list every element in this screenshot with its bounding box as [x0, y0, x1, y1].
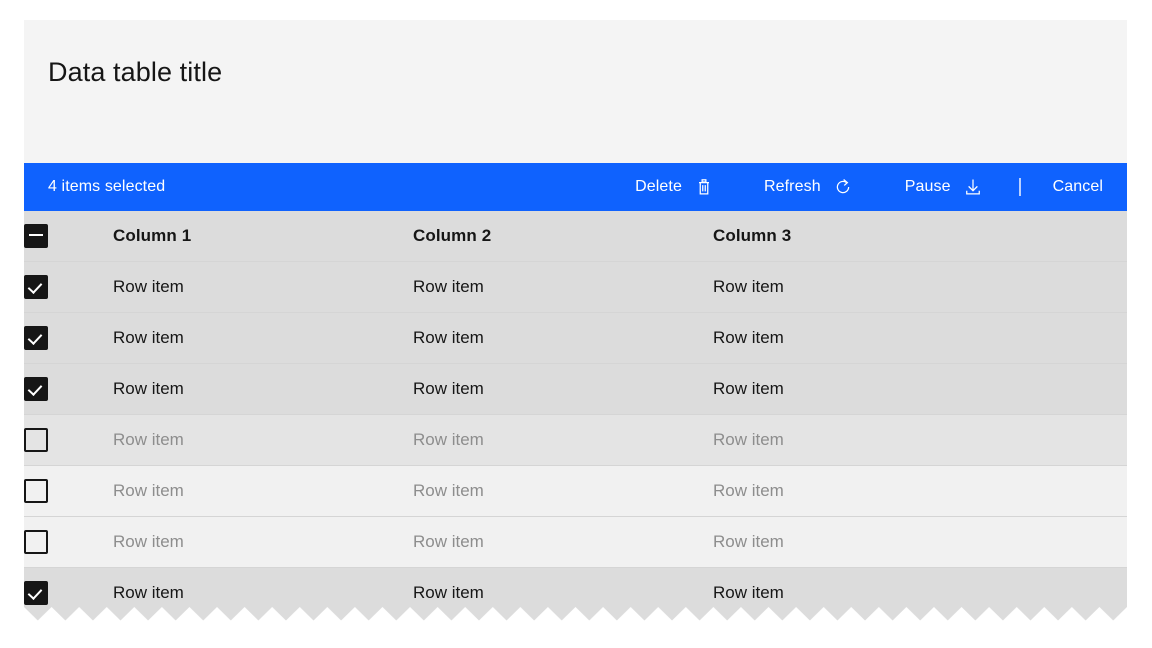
row-select-cell [24, 262, 113, 313]
table-cell: Row item [113, 313, 413, 364]
table-row[interactable]: Row itemRow itemRow item [24, 415, 1127, 466]
pause-button[interactable]: Pause [889, 163, 999, 211]
data-table-page: Data table title 4 items selected Delete [0, 0, 1152, 648]
table-cell: Row item [713, 262, 1127, 313]
download-icon [963, 177, 983, 197]
select-all-cell [24, 211, 113, 262]
table-cell: Row item [113, 262, 413, 313]
table-cell: Row item [413, 364, 713, 415]
table-header-row: Column 1 Column 2 Column 3 [24, 211, 1127, 262]
column-header-1[interactable]: Column 1 [113, 211, 413, 262]
table-row[interactable]: Row itemRow itemRow item [24, 466, 1127, 517]
torn-paper-edge [24, 607, 1127, 623]
selection-count-label: 4 items selected [24, 178, 165, 196]
table-cell: Row item [713, 466, 1127, 517]
table-cell: Row item [713, 517, 1127, 568]
table-head: Column 1 Column 2 Column 3 [24, 211, 1127, 262]
select-all-checkbox[interactable] [24, 224, 48, 248]
table-cell: Row item [713, 415, 1127, 466]
table-cell: Row item [113, 364, 413, 415]
table-row[interactable]: Row itemRow itemRow item [24, 313, 1127, 364]
table-cell: Row item [413, 313, 713, 364]
cancel-button-label: Cancel [1053, 178, 1103, 196]
data-table-container: Data table title 4 items selected Delete [24, 20, 1127, 619]
delete-button[interactable]: Delete [619, 163, 730, 211]
table-cell: Row item [413, 466, 713, 517]
row-select-checkbox[interactable] [24, 530, 48, 554]
row-select-cell [24, 415, 113, 466]
table-row[interactable]: Row itemRow itemRow item [24, 262, 1127, 313]
refresh-button-label: Refresh [764, 178, 821, 196]
pause-button-label: Pause [905, 178, 951, 196]
row-select-checkbox[interactable] [24, 428, 48, 452]
table-cell: Row item [113, 415, 413, 466]
torn-edge-shape [24, 607, 1127, 623]
table-cell: Row item [113, 466, 413, 517]
row-select-checkbox[interactable] [24, 479, 48, 503]
row-select-cell [24, 364, 113, 415]
column-header-3[interactable]: Column 3 [713, 211, 1127, 262]
table-body: Row itemRow itemRow itemRow itemRow item… [24, 262, 1127, 619]
table-cell: Row item [413, 262, 713, 313]
trash-can-icon [694, 177, 714, 197]
table-cell: Row item [413, 517, 713, 568]
table-row[interactable]: Row itemRow itemRow item [24, 364, 1127, 415]
table-header-band: Data table title [24, 20, 1127, 163]
cancel-button[interactable]: Cancel [1037, 163, 1127, 211]
table-cell: Row item [413, 415, 713, 466]
page-title: Data table title [48, 56, 1127, 88]
table-cell: Row item [713, 364, 1127, 415]
table-cell: Row item [113, 517, 413, 568]
toolbar-divider [1019, 178, 1021, 196]
table-cell: Row item [713, 313, 1127, 364]
renew-icon [833, 177, 853, 197]
row-select-checkbox[interactable] [24, 581, 48, 605]
column-header-2[interactable]: Column 2 [413, 211, 713, 262]
row-select-cell [24, 517, 113, 568]
row-select-checkbox[interactable] [24, 377, 48, 401]
table-row[interactable]: Row itemRow itemRow item [24, 517, 1127, 568]
batch-action-toolbar: 4 items selected Delete [24, 163, 1127, 211]
refresh-button[interactable]: Refresh [748, 163, 869, 211]
row-select-cell [24, 466, 113, 517]
data-table: Column 1 Column 2 Column 3 Row itemRow i… [24, 211, 1127, 619]
row-select-checkbox[interactable] [24, 326, 48, 350]
delete-button-label: Delete [635, 178, 682, 196]
row-select-checkbox[interactable] [24, 275, 48, 299]
row-select-cell [24, 313, 113, 364]
batch-actions-group: Delete Refresh [619, 163, 1127, 211]
